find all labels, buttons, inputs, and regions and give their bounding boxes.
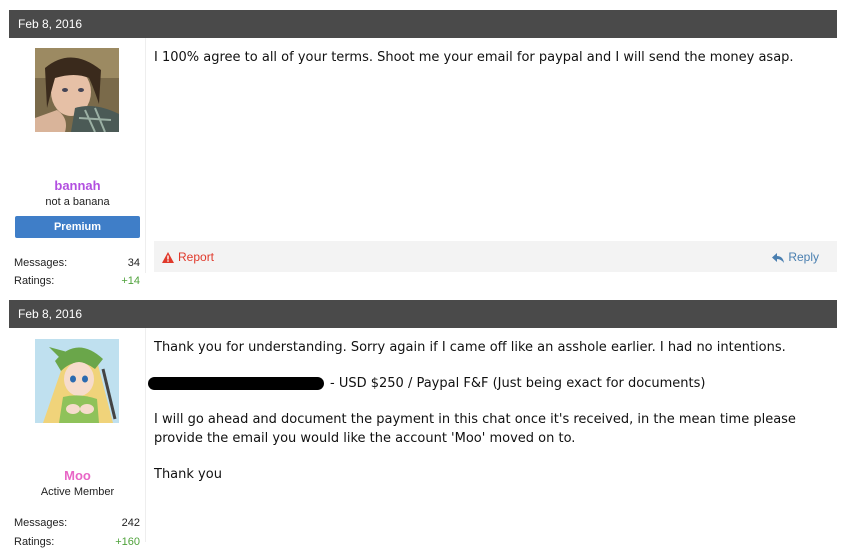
- message-line: Thank you: [154, 467, 222, 482]
- stat-label: Messages:: [14, 257, 68, 269]
- post-2: Feb 8, 2016 Moo Active Member Messages: …: [9, 300, 837, 548]
- user-title: not a banana: [45, 196, 110, 208]
- stat-value: 34: [127, 257, 140, 269]
- report-link[interactable]: Report: [162, 250, 214, 264]
- user-panel: Moo Active Member Messages: 242 Ratings:…: [9, 328, 146, 548]
- username[interactable]: Moo: [9, 468, 146, 483]
- message-line: Thank you for understanding. Sorry again…: [154, 340, 786, 355]
- message-line: I will go ahead and document the payment…: [154, 412, 796, 446]
- message-actions: Report Reply: [154, 241, 837, 272]
- stat-ratings: Ratings: +14: [14, 275, 140, 287]
- post-date: Feb 8, 2016: [9, 300, 837, 328]
- post-body: bannah not a banana Premium Messages: 34…: [9, 38, 837, 287]
- message-line: - USD $250 / Paypal F&F (Just being exac…: [330, 376, 706, 391]
- stat-value: 242: [121, 517, 140, 529]
- avatar[interactable]: [35, 48, 119, 132]
- stat-label: Ratings:: [14, 275, 55, 287]
- stat-value: +160: [115, 536, 140, 548]
- reply-label: Reply: [788, 250, 819, 264]
- reply-link[interactable]: Reply: [772, 250, 819, 264]
- stat-label: Ratings:: [14, 536, 55, 548]
- post-body: Moo Active Member Messages: 242 Ratings:…: [9, 328, 837, 548]
- user-title: Active Member: [40, 486, 115, 498]
- redacted-line: - USD $250 / Paypal F&F (Just being exac…: [148, 374, 837, 393]
- message-content: Thank you for understanding. Sorry again…: [148, 338, 837, 484]
- stat-ratings: Ratings: +160: [14, 536, 140, 548]
- report-label: Report: [178, 250, 215, 264]
- reply-arrow-icon: [772, 253, 785, 263]
- user-panel: bannah not a banana Premium Messages: 34…: [9, 38, 146, 287]
- stat-messages: Messages: 34: [14, 257, 140, 269]
- stat-label: Messages:: [14, 517, 68, 529]
- post-date: Feb 8, 2016: [9, 10, 837, 38]
- message-content: I 100% agree to all of your terms. Shoot…: [154, 48, 837, 67]
- stat-value: +14: [121, 275, 140, 287]
- message-text: I 100% agree to all of your terms. Shoot…: [154, 50, 794, 65]
- warning-icon: [162, 252, 174, 263]
- avatar[interactable]: [35, 339, 119, 423]
- premium-badge: Premium: [15, 216, 140, 238]
- post-1: Feb 8, 2016 bannah not a banana Premium: [9, 10, 837, 287]
- username[interactable]: bannah: [9, 178, 146, 193]
- redaction-bar: [148, 377, 324, 390]
- stat-messages: Messages: 242: [14, 517, 140, 529]
